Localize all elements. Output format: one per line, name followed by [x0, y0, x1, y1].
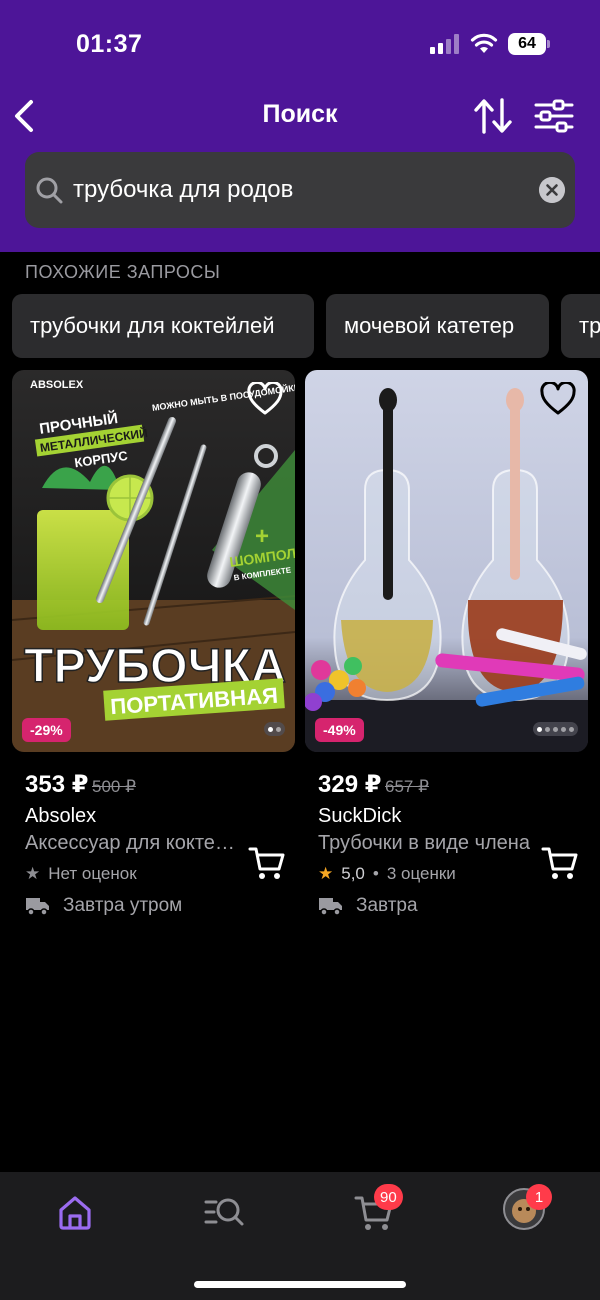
favorite-heart-icon[interactable] [540, 382, 576, 416]
battery-tip [547, 40, 550, 48]
straw-product-illustration: ABSOLEX ПРОЧНЫЙ МЕТАЛЛИЧЕСКИЙ КОРПУС МОЖ… [12, 370, 295, 752]
delivery-text: Завтра [356, 895, 418, 916]
home-indicator [194, 1281, 406, 1288]
image-pagination [533, 722, 578, 736]
price: 353 ₽ [25, 771, 89, 798]
suggestion-chip[interactable]: трубочки для коктейлей [12, 294, 314, 358]
suggestion-chips: трубочки для коктейлей мочевой катетер т… [12, 294, 600, 358]
rating-text: Нет оценок [48, 864, 137, 883]
favorite-heart-icon[interactable] [247, 382, 283, 416]
old-price: 500 ₽ [92, 777, 136, 796]
rating-separator: • [372, 864, 379, 883]
suggestion-chip[interactable]: тр [561, 294, 600, 358]
discount-badge: -29% [22, 718, 71, 742]
rating-value: 5,0 [341, 864, 365, 883]
search-icon [36, 177, 63, 204]
wifi-icon [470, 33, 498, 53]
price: 329 ₽ [318, 771, 382, 798]
svg-text:+: + [255, 523, 269, 550]
pagination-dot [545, 726, 550, 732]
delivery-text: Завтра утром [63, 895, 183, 916]
rating: ★ Нет оценок [25, 864, 137, 884]
rating: ★ 5,0 • 3 оценки [318, 864, 456, 884]
delivery-truck-icon [319, 898, 342, 916]
status-time: 01:37 [76, 30, 143, 58]
pagination-dot [268, 726, 273, 732]
star-icon: ★ [318, 864, 334, 883]
delivery-info: Завтра [318, 895, 418, 917]
similar-queries-title: ПОХОЖИЕ ЗАПРОСЫ [25, 262, 221, 282]
brand-name: SuckDick [318, 805, 402, 827]
old-price: 657 ₽ [385, 777, 429, 796]
image-pagination [264, 722, 285, 736]
delivery-truck-icon [26, 898, 49, 916]
product-description: Аксессуар для коктейлей [25, 832, 245, 854]
pagination-dot [276, 726, 281, 732]
delivery-info: Завтра утром [25, 895, 182, 917]
battery-level: 64 [508, 33, 546, 55]
product-image[interactable]: ABSOLEX ПРОЧНЫЙ МЕТАЛЛИЧЕСКИЙ КОРПУС МОЖ… [12, 370, 295, 752]
sort-icon[interactable] [472, 96, 514, 136]
pagination-dot [553, 726, 558, 732]
bottle-straws-photo [305, 370, 588, 752]
filter-icon[interactable] [532, 96, 576, 136]
suggestion-chip[interactable]: мочевой катетер [326, 294, 549, 358]
home-icon[interactable] [53, 1190, 97, 1234]
profile-badge: 1 [526, 1184, 552, 1210]
header: 01:37 64 Поиск [0, 0, 600, 252]
pagination-dot [561, 726, 566, 732]
screen: 01:37 64 Поиск трубочка для родов ПОХОЖИ… [0, 0, 600, 1300]
brand-name: Absolex [25, 805, 97, 827]
add-to-cart-icon[interactable] [248, 845, 286, 881]
search-bar[interactable] [25, 152, 575, 228]
image-brand-logo: ABSOLEX [30, 379, 84, 391]
product-description: Трубочки в виде члена [318, 832, 530, 854]
pagination-dot [537, 726, 542, 732]
rating-count: 3 оценки [386, 864, 456, 883]
cart-badge: 90 [374, 1184, 403, 1210]
product-image[interactable]: -49% [305, 370, 588, 752]
search-input[interactable] [73, 176, 513, 204]
clear-search-icon[interactable] [539, 177, 565, 203]
pagination-dot [569, 726, 574, 732]
add-to-cart-icon[interactable] [541, 845, 579, 881]
battery-indicator: 64 [508, 33, 550, 55]
cellular-signal-icon [430, 34, 459, 54]
discount-badge: -49% [315, 718, 364, 742]
catalog-search-icon[interactable] [202, 1190, 246, 1234]
star-icon: ★ [25, 864, 41, 883]
